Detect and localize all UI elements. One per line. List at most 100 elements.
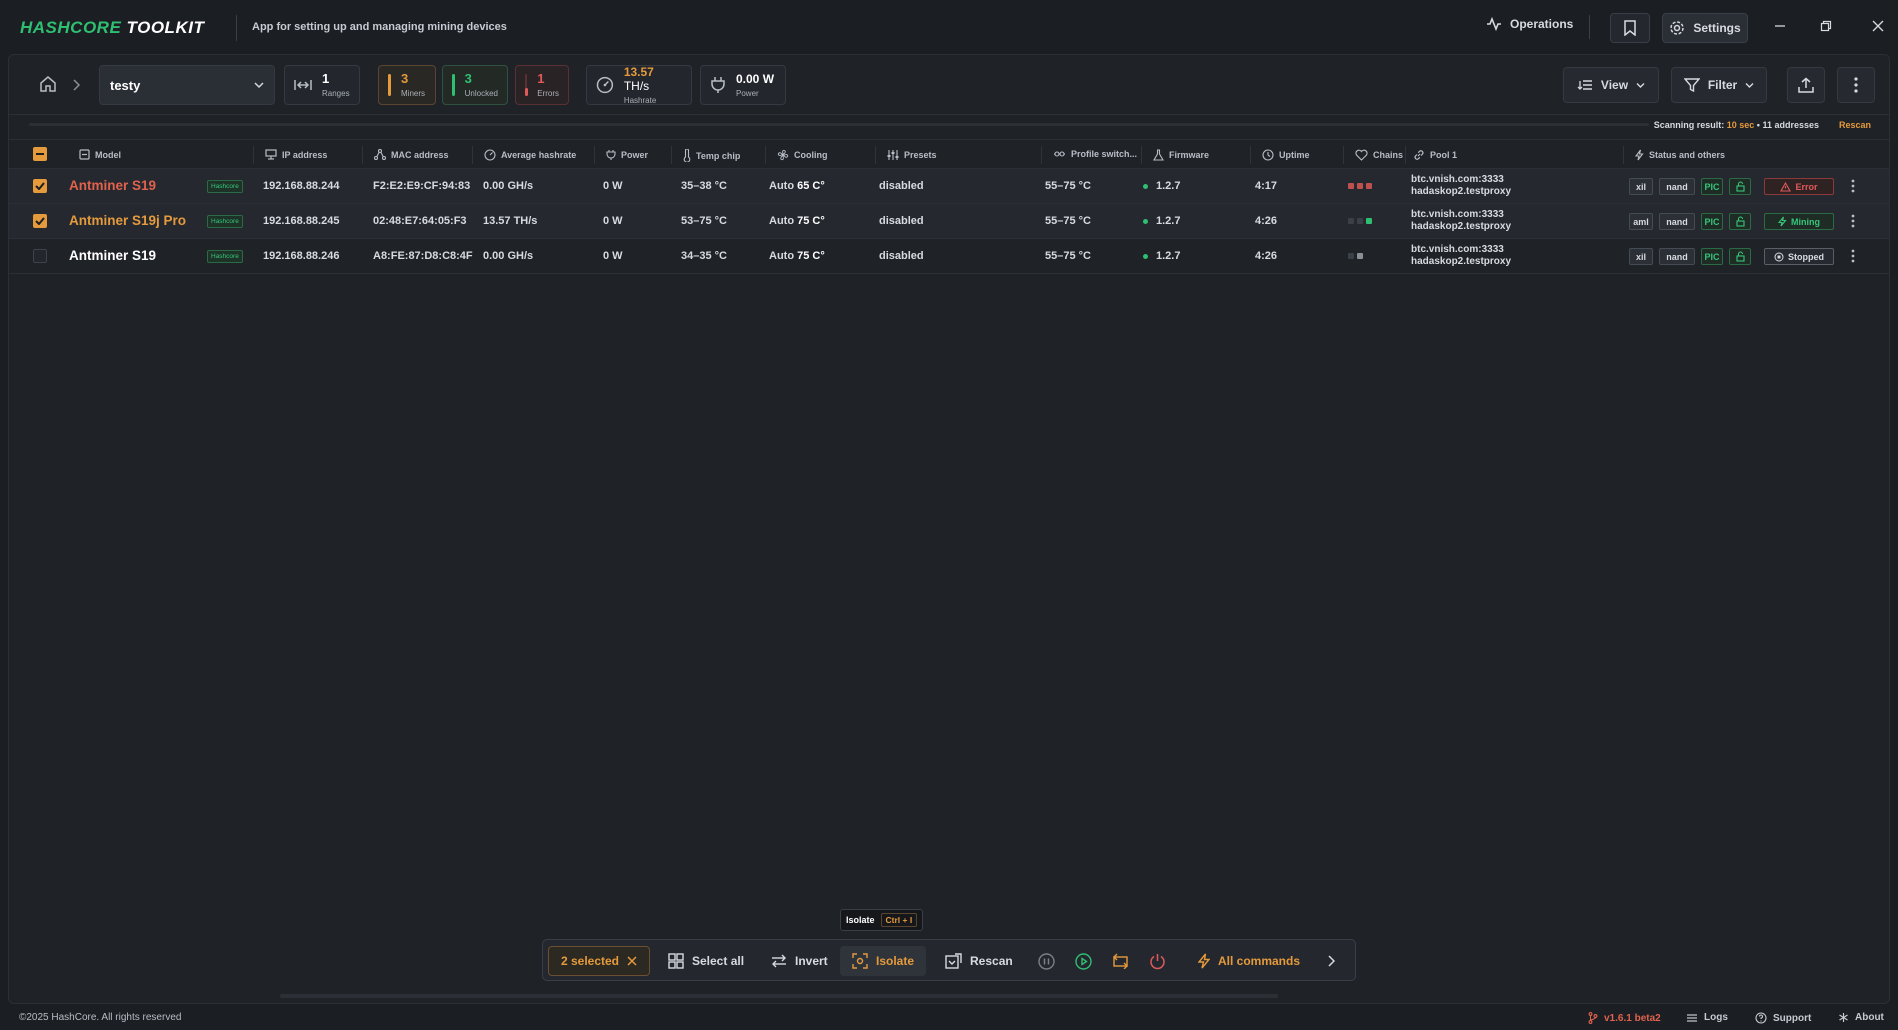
isolate-button[interactable]: Isolate [840,946,926,976]
unlocked-stat[interactable]: 3 Unlocked [442,65,508,105]
horizontal-scrollbar[interactable] [280,994,1278,998]
close-icon[interactable] [627,956,637,966]
row-checkbox[interactable] [33,249,47,263]
link-icon [1414,150,1424,160]
model-name[interactable]: Antminer S19 [69,248,156,263]
export-button[interactable] [1787,67,1825,103]
unlock-icon [1735,251,1745,262]
home-button[interactable] [39,75,57,93]
more-vertical-icon [1851,179,1855,193]
row-menu-button[interactable] [1851,249,1855,263]
model-name[interactable]: Antminer S19j Pro [69,213,186,228]
close-button[interactable] [1868,16,1888,36]
scan-progress-track [29,123,1649,126]
range-select[interactable]: testy [99,65,275,105]
start-button[interactable] [1075,946,1092,976]
bookmark-button[interactable] [1610,13,1650,43]
reboot-button[interactable] [1149,946,1166,976]
miners-value: 3 [401,71,409,86]
rescan-button[interactable]: Rescan [945,946,1013,976]
power-stat[interactable]: 0.00 W Power [700,65,786,105]
status-badge[interactable]: Mining [1764,213,1834,230]
column-uptime[interactable]: Uptime [1262,149,1310,161]
status-badge[interactable]: Error [1764,178,1834,195]
breadcrumb-chevron-icon [71,79,81,91]
table-row[interactable]: Antminer S19 Hashcore 192.168.88.244 F2:… [9,169,1889,204]
column-ip[interactable]: IP address [265,149,327,160]
row-checkbox[interactable] [33,179,47,193]
all-commands-button[interactable]: All commands [1198,946,1300,976]
hashrate-stat[interactable]: 13.57 TH/s Hashrate [586,65,692,105]
invert-button[interactable]: Invert [771,946,828,976]
row-menu-button[interactable] [1851,179,1855,193]
asterisk-icon [1839,1013,1848,1022]
column-model[interactable]: Model [79,149,121,160]
uptime-value: 4:26 [1255,215,1278,227]
rescan-link[interactable]: Rescan [1839,120,1871,130]
column-firmware-label: Firmware [1169,150,1210,160]
more-options-button[interactable] [1837,67,1875,103]
next-commands-button[interactable] [1327,946,1335,976]
chain-chip [1366,218,1372,224]
column-temp[interactable]: Temp chip [683,149,740,162]
unlocked-label: Unlocked [464,89,498,98]
cooling-mode: Auto [769,250,795,262]
column-status[interactable]: Status and others [1635,149,1725,161]
restore-button[interactable] [1816,16,1836,36]
operations-button[interactable]: Operations [1486,17,1573,31]
pause-button[interactable] [1038,946,1055,976]
pic-tag: PIC [1701,213,1723,230]
row-menu-button[interactable] [1851,214,1855,228]
about-link[interactable]: About [1838,1012,1884,1023]
minimize-button[interactable] [1770,16,1790,36]
status-badge[interactable]: Stopped [1764,248,1834,265]
selected-count-button[interactable]: 2 selected [548,946,650,976]
firmware-version: 1.2.7 [1143,180,1180,192]
check-icon [35,182,45,190]
miners-bar [388,74,391,96]
power-value: 0.00 W [736,72,775,86]
column-cooling[interactable]: Cooling [777,149,828,161]
settings-button[interactable]: Settings [1662,13,1748,43]
column-pool[interactable]: Pool 1 [1413,149,1457,161]
model-name[interactable]: Antminer S19 [69,178,156,193]
miners-stat[interactable]: 3 Miners [378,65,436,105]
logs-link[interactable]: Logs [1686,1012,1728,1023]
power-label: Power [736,89,759,98]
ip-address[interactable]: 192.168.88.246 [263,250,339,262]
column-divider [1343,146,1344,164]
errors-stat[interactable]: 1 Errors [515,65,569,105]
table-row[interactable]: Antminer S19 Hashcore 192.168.88.246 A8:… [9,239,1889,274]
cooling-temp: 75 C° [797,215,825,227]
column-mac[interactable]: MAC address [374,149,449,160]
column-presets[interactable]: Presets [887,149,937,161]
unlocked-bar [452,74,455,96]
table-row[interactable]: Antminer S19j Pro Hashcore 192.168.88.24… [9,204,1889,239]
version-link[interactable]: v1.6.1 beta2 [1588,1012,1661,1024]
row-checkbox[interactable] [33,214,47,228]
fan-icon [777,149,789,161]
status-text: Error [1795,181,1818,192]
column-profile[interactable]: Profile switch... [1053,149,1137,159]
column-firmware[interactable]: Firmware [1153,149,1209,161]
ip-address[interactable]: 192.168.88.244 [263,180,339,192]
chains-indicator [1348,253,1363,259]
column-chains[interactable]: Chains [1355,149,1403,161]
column-power[interactable]: Power [606,149,648,161]
reload-button[interactable] [1112,946,1129,976]
filter-icon [1683,78,1700,92]
version-label: v1.6.1 beta2 [1604,1012,1661,1024]
chip-tag: xil [1629,248,1653,265]
select-all-button[interactable]: Select all [668,946,744,976]
select-all-checkbox[interactable] [33,147,47,161]
ranges-stat[interactable]: 1 Ranges [284,65,360,105]
support-link[interactable]: Support [1755,1012,1811,1024]
column-model-label: Model [95,149,121,160]
filter-button[interactable]: Filter [1671,67,1767,103]
column-hashrate[interactable]: Average hashrate [484,149,576,161]
operations-label: Operations [1510,17,1574,31]
ip-address[interactable]: 192.168.88.245 [263,215,339,227]
average-hashrate: 0.00 GH/s [483,180,534,192]
view-button[interactable]: View [1563,67,1659,103]
lightning-icon [1778,216,1787,227]
